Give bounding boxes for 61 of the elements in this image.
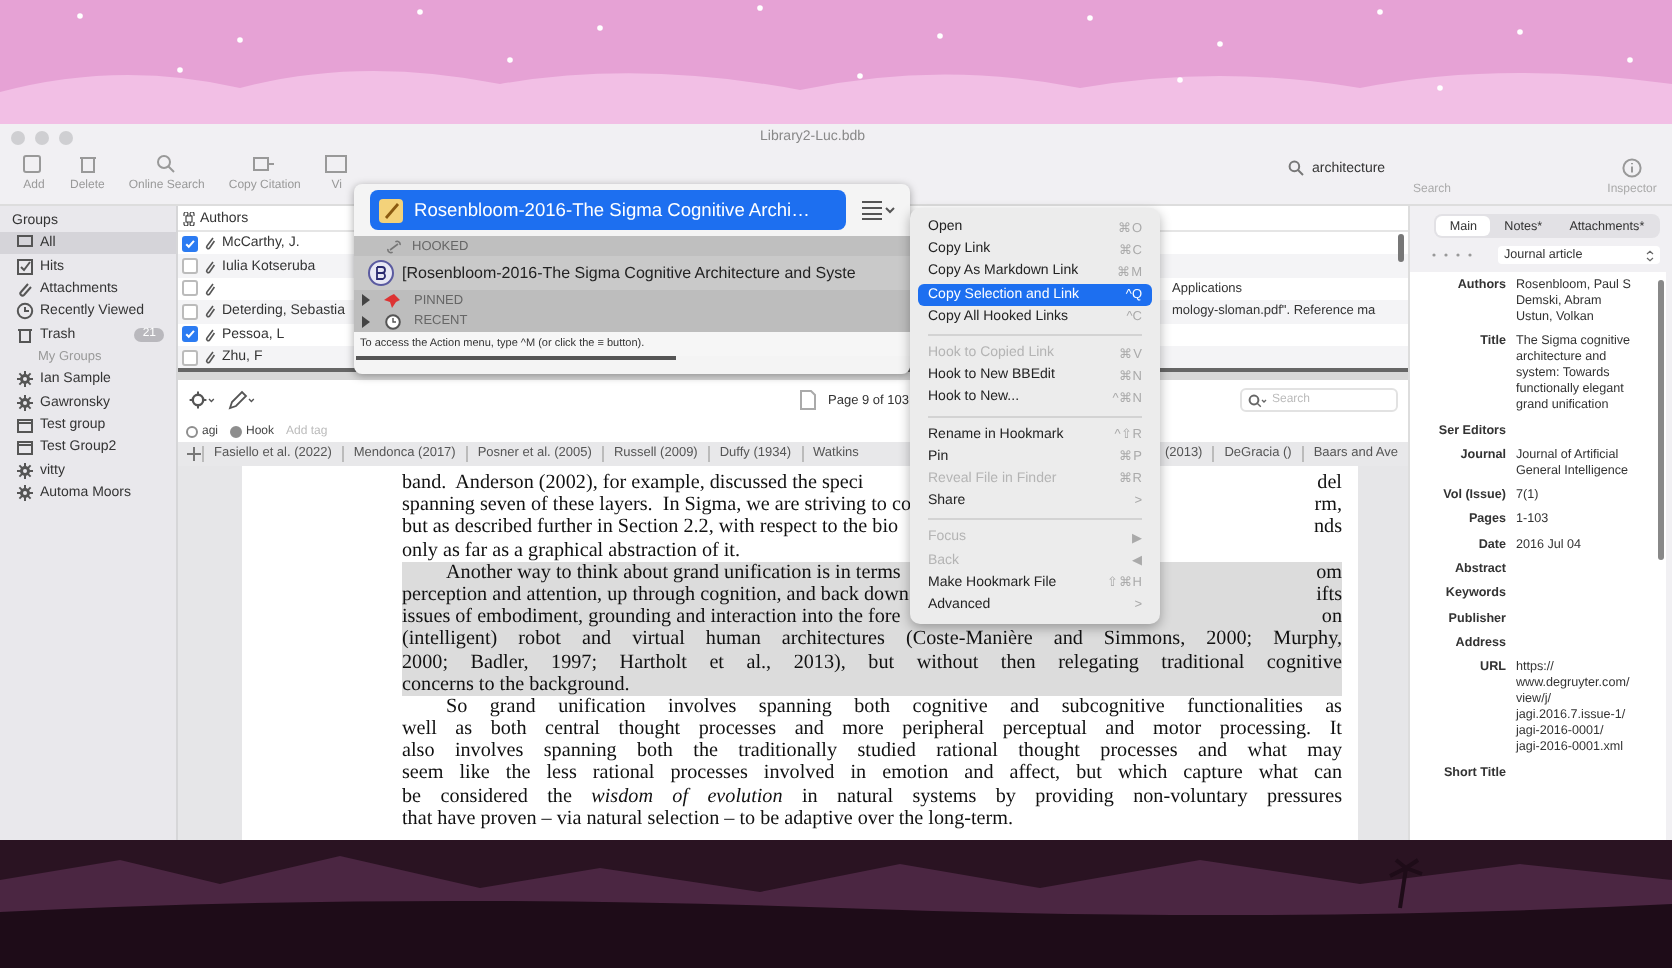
scrollbar-thumb[interactable] (1398, 234, 1404, 262)
row-checkbox[interactable] (182, 280, 198, 297)
paperclip-icon (16, 279, 34, 298)
text-line: well as both central thought processes and more peripheral perceptual and motor processing. It (402, 718, 1342, 741)
search-icon (1288, 160, 1304, 176)
text-line: 2000; Badler, 1997; Hartholt et al., 2013), but without then relegating traditional cognitive (402, 651, 1342, 673)
row-checkbox[interactable] (182, 303, 198, 320)
computer-icon (16, 234, 34, 253)
text-line: seem like the less rational processes involved in emotion and affect, but which capture what can (402, 762, 1342, 785)
text-line: om (1316, 561, 1342, 584)
scrollbar-thumb[interactable] (1658, 280, 1664, 560)
stepper-icon (1646, 249, 1654, 261)
text-line: concerns to the background. (402, 673, 630, 696)
text-line: band. Anderson (2002), for example, discussed the speci (402, 472, 864, 495)
gear-icon (16, 370, 34, 389)
gear-icon (16, 484, 34, 503)
trash-icon (16, 325, 34, 344)
row-checkbox[interactable] (182, 235, 198, 252)
text-line: So grand unification involves spanning both cognitive and subcognitive functionalities as (446, 695, 1342, 718)
add-icon (22, 154, 46, 174)
search-icon (1248, 393, 1268, 407)
document-icon (378, 197, 404, 223)
gear-icon (16, 393, 34, 412)
text-line: (intelligent) robot and virtual human architectures (Coste-Manière and Simmons, 2000; Murphy, (402, 628, 1342, 651)
menu-icon[interactable] (862, 200, 898, 220)
row-checkbox[interactable] (182, 326, 198, 343)
text-line: but as described further in Section 2.2, with respect to the bio (402, 516, 899, 540)
export-icon (252, 154, 277, 174)
trash-icon (75, 154, 100, 174)
hooked-item[interactable]: [Rosenbloom-2016-The Sigma Cognitive Architecture and Syste (354, 256, 910, 290)
text-line: rm, (1314, 494, 1342, 517)
letter-b-icon (368, 260, 394, 286)
plus-icon[interactable] (186, 446, 202, 462)
hook-title-bar[interactable]: Rosenbloom-2016-The Sigma Cognitive Archi… (370, 190, 846, 230)
page-icon (800, 390, 816, 410)
text-line: issues of embodiment, grounding and interaction into the fore (402, 606, 901, 629)
pen-icon[interactable] (228, 390, 256, 410)
gear-icon[interactable] (188, 390, 216, 410)
clock-icon (16, 302, 34, 321)
gear-icon (16, 461, 34, 480)
text-line: spanning seven of these layers. In Sigma, we are striving to co (402, 494, 912, 517)
info-icon[interactable] (1622, 158, 1642, 178)
row-checkbox[interactable] (182, 258, 198, 275)
checklist-icon (16, 257, 34, 276)
text-line: be considered the wisdom of evolution in natural systems by providing non-voluntary pressures (402, 785, 1343, 808)
folder-icon (16, 415, 34, 434)
columns-icon (324, 154, 349, 174)
text-line: Another way to think about grand unification is in terms (446, 561, 901, 584)
folder-icon (16, 438, 34, 457)
text-line: only as far as a graphical abstraction of it. (402, 539, 741, 562)
text-line: also involves spanning both the traditionally studied rational thought processes and what may (402, 740, 1342, 763)
text-line: del (1317, 472, 1342, 495)
text-line: on (1321, 606, 1342, 629)
clock-icon (384, 312, 402, 331)
text-line: ifts (1316, 583, 1342, 607)
link-icon (386, 239, 402, 253)
search-icon (154, 154, 179, 174)
row-checkbox[interactable] (182, 349, 198, 366)
text-line: perception and attention, up through cognition, and back down (402, 583, 909, 607)
text-line: that have proven – via natural selection – to be adaptive over the long-term. (402, 807, 1014, 830)
text-line: nds (1313, 516, 1342, 540)
